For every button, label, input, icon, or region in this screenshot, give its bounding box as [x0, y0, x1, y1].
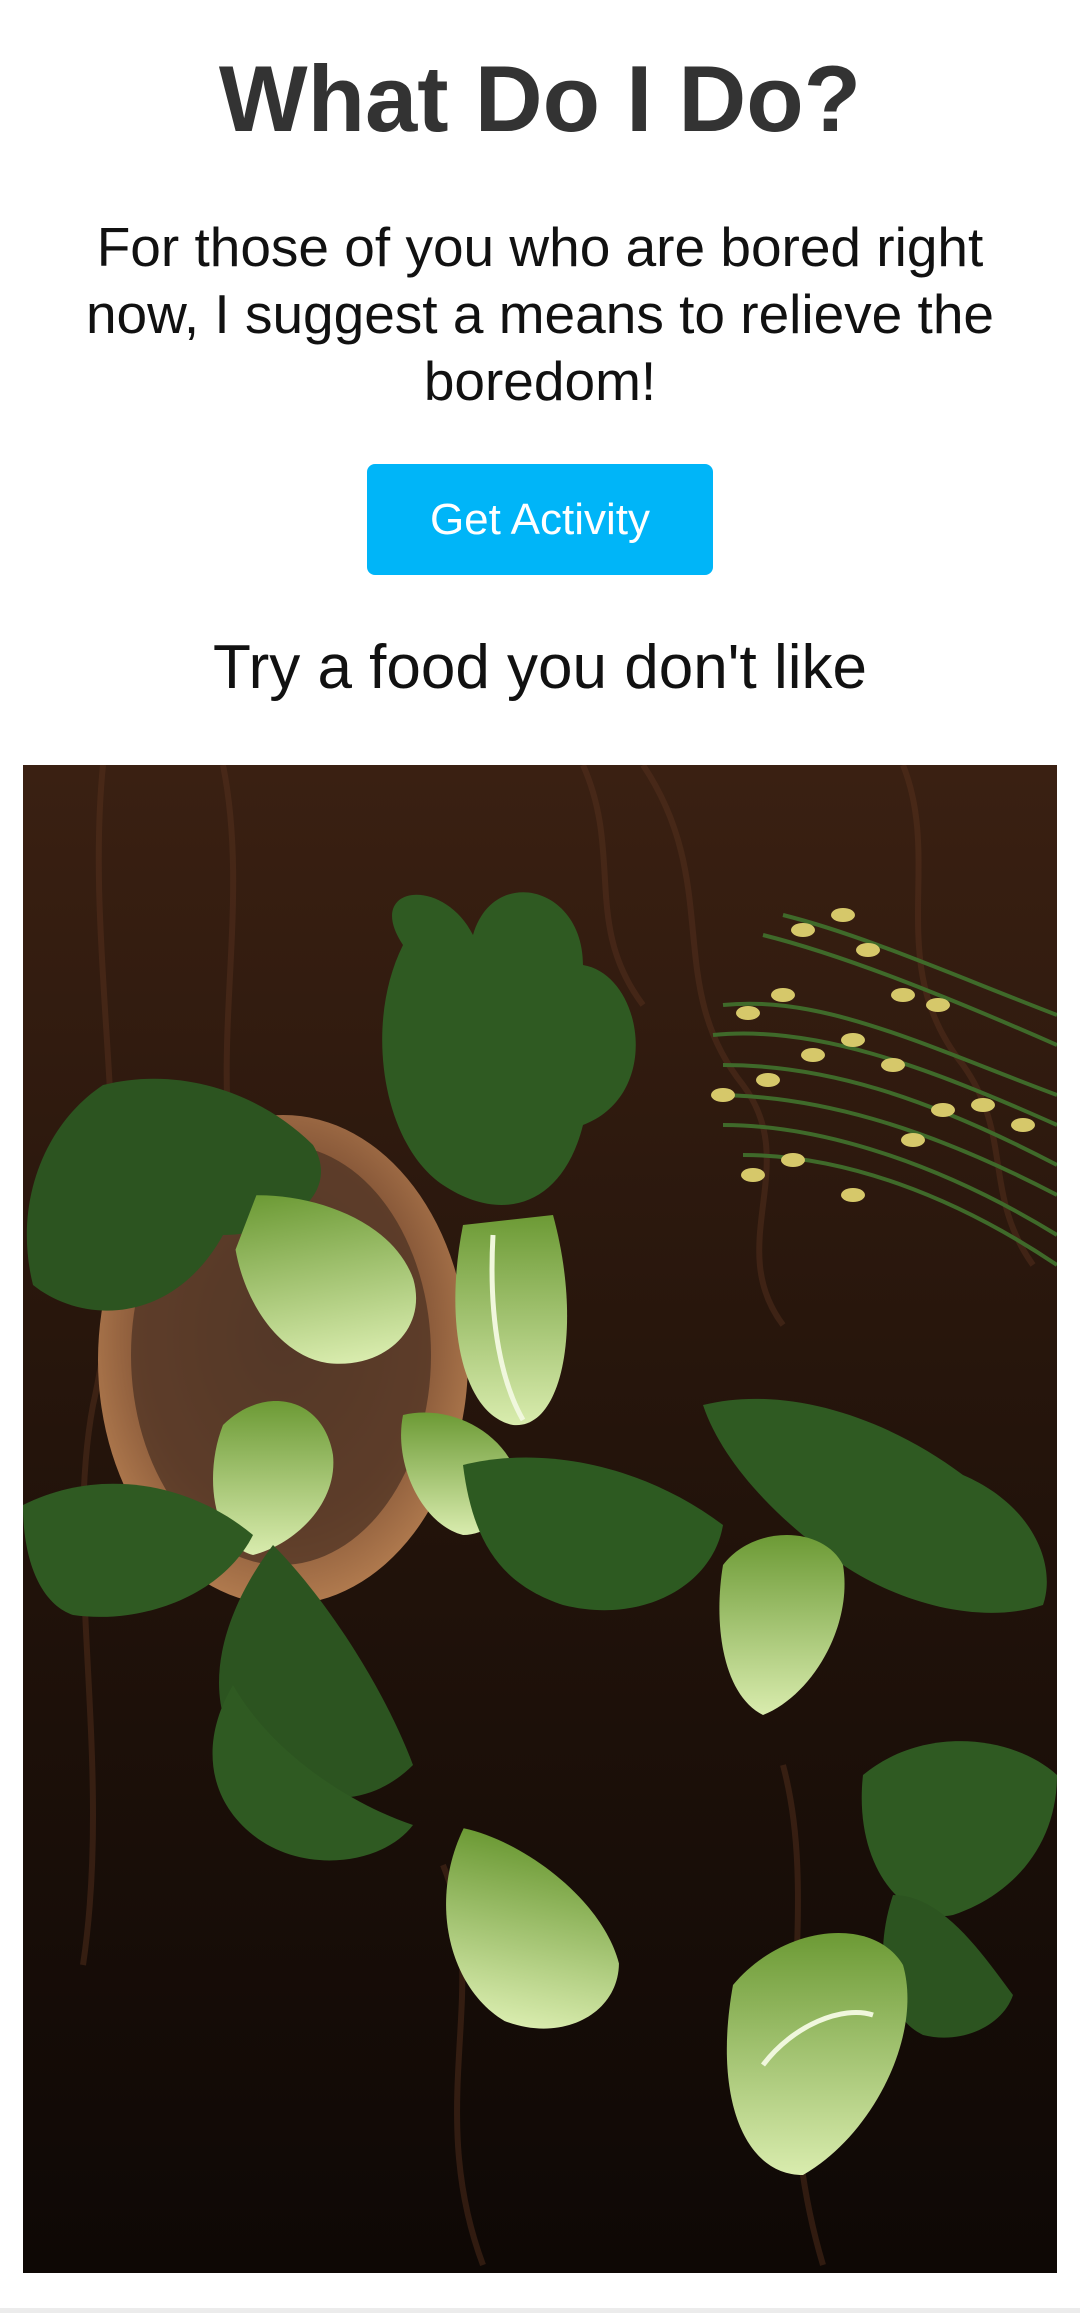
app-screen: What Do I Do? For those of you who are b…: [0, 0, 1080, 2313]
activity-suggestion: Try a food you don't like: [213, 633, 867, 702]
get-activity-button[interactable]: Get Activity: [367, 464, 713, 575]
bok-choy-illustration: [23, 765, 1057, 2273]
activity-photo: [23, 765, 1057, 2273]
bottom-divider: [0, 2308, 1080, 2313]
page-title: What Do I Do?: [218, 46, 862, 151]
page-description: For those of you who are bored right now…: [85, 216, 995, 412]
